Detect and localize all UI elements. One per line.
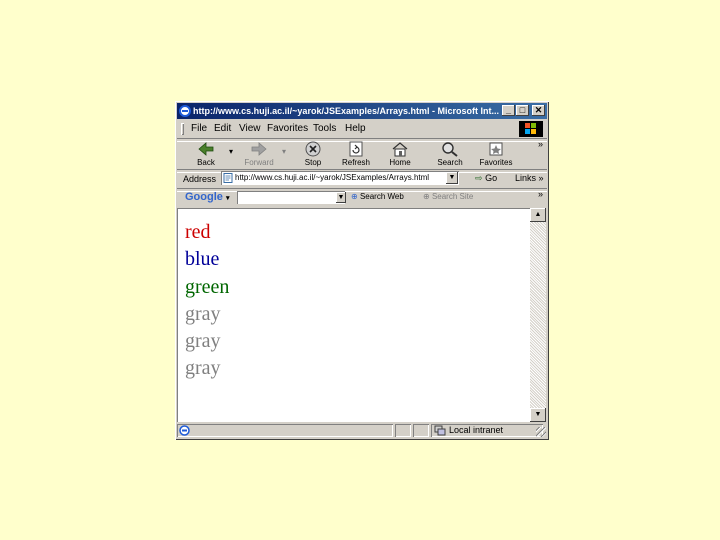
search-icon: [442, 142, 458, 157]
stop-label: Stop: [304, 158, 322, 167]
resize-grip-icon[interactable]: [536, 427, 546, 437]
window-title: http://www.cs.huji.ac.il/~yarok/JSExampl…: [193, 106, 499, 116]
menu-bar: File Edit View Favorites Tools Help: [179, 120, 545, 138]
google-more-icon[interactable]: »: [538, 189, 543, 199]
content-line-3: gray: [185, 303, 221, 325]
refresh-icon: [349, 141, 363, 157]
maximize-button[interactable]: □: [516, 105, 529, 116]
menu-file[interactable]: File: [191, 120, 207, 138]
content-line-2: green: [185, 276, 230, 298]
go-button[interactable]: ⇨ Go: [475, 173, 497, 184]
minimize-button[interactable]: _: [502, 105, 515, 116]
status-main: [177, 424, 393, 437]
back-label: Back: [197, 158, 215, 167]
page-icon: [223, 173, 233, 183]
search-site-icon: ⊕: [423, 192, 430, 201]
search-web-icon: ⊕: [351, 192, 358, 201]
menu-help[interactable]: Help: [345, 120, 366, 138]
favorites-label: Favorites: [479, 158, 513, 167]
google-logo-text: Google: [185, 191, 223, 203]
forward-arrow-icon: [251, 142, 267, 156]
scroll-down-icon[interactable]: ▼: [530, 408, 546, 422]
home-button[interactable]: Home: [380, 140, 420, 167]
menu-edit[interactable]: Edit: [214, 120, 231, 138]
standard-toolbar: Back ▾ Forward ▾ Stop Refresh Home Searc…: [179, 139, 545, 169]
address-dropdown-icon[interactable]: ▼: [446, 172, 458, 184]
browser-window: http://www.cs.huji.ac.il/~yarok/JSExampl…: [175, 101, 549, 440]
menu-view[interactable]: View: [239, 120, 261, 138]
status-cell-1: [395, 424, 411, 437]
forward-label: Forward: [244, 158, 274, 167]
address-url: http://www.cs.huji.ac.il/~yarok/JSExampl…: [235, 173, 430, 182]
back-dropdown-icon[interactable]: ▾: [229, 147, 233, 156]
content-line-4: gray: [185, 330, 221, 352]
refresh-label: Refresh: [341, 158, 370, 167]
status-bar: Local intranet: [177, 423, 547, 438]
search-site-button[interactable]: ⊕ Search Site: [423, 192, 473, 201]
google-search-input[interactable]: [237, 191, 345, 204]
google-logo[interactable]: Google ▾: [185, 191, 229, 203]
content-line-1: blue: [185, 248, 220, 270]
search-label: Search: [437, 158, 463, 167]
menu-tools[interactable]: Tools: [313, 120, 336, 138]
search-button[interactable]: Search: [430, 140, 470, 167]
content-line-5: gray: [185, 357, 221, 379]
vertical-scrollbar[interactable]: ▲ ▼: [530, 208, 546, 422]
google-toolbar: Google ▾ ▼ ⊕ Search Web ⊕ Search Site »: [179, 189, 545, 207]
window-controls: _ □ ✕: [502, 105, 545, 116]
menu-favorites[interactable]: Favorites: [267, 120, 308, 138]
status-cell-2: [413, 424, 429, 437]
forward-dropdown-icon[interactable]: ▾: [282, 147, 286, 156]
home-icon: [392, 142, 408, 157]
intranet-icon: [434, 425, 446, 436]
content-line-0: red: [185, 221, 211, 243]
links-button[interactable]: Links »: [515, 173, 544, 183]
favorites-button[interactable]: Favorites: [476, 140, 516, 167]
toolbar-more-icon[interactable]: »: [538, 139, 543, 149]
scroll-up-icon[interactable]: ▲: [530, 208, 546, 222]
stop-icon: [305, 141, 321, 157]
address-label: Address: [183, 174, 217, 184]
page-content: red blue green gray gray gray: [177, 208, 530, 422]
go-arrow-icon: ⇨: [475, 173, 483, 183]
search-web-button[interactable]: ⊕ Search Web: [351, 192, 404, 201]
forward-button[interactable]: Forward: [239, 140, 279, 167]
windows-logo-icon: [519, 121, 543, 137]
menubar-grip[interactable]: [181, 123, 184, 135]
refresh-button[interactable]: Refresh: [336, 140, 376, 167]
close-button[interactable]: ✕: [532, 105, 545, 116]
back-button[interactable]: Back: [186, 140, 226, 167]
status-zone: Local intranet: [431, 424, 543, 437]
home-label: Home: [389, 158, 411, 167]
google-dropdown-icon[interactable]: ▾: [226, 195, 230, 202]
favorites-icon: [489, 142, 503, 156]
zone-label: Local intranet: [449, 425, 504, 435]
title-bar[interactable]: http://www.cs.huji.ac.il/~yarok/JSExampl…: [177, 103, 547, 119]
ie-icon: [179, 105, 191, 117]
back-arrow-icon: [198, 142, 214, 156]
google-search-dropdown-icon[interactable]: ▼: [336, 192, 346, 203]
search-site-label: Search Site: [431, 192, 474, 201]
stop-button[interactable]: Stop: [293, 140, 333, 167]
page-status-icon: [179, 425, 190, 436]
search-web-label: Search Web: [359, 192, 404, 201]
address-bar: Address http://www.cs.huji.ac.il/~yarok/…: [179, 170, 545, 188]
address-input[interactable]: http://www.cs.huji.ac.il/~yarok/JSExampl…: [221, 171, 459, 185]
go-label: Go: [485, 173, 498, 183]
